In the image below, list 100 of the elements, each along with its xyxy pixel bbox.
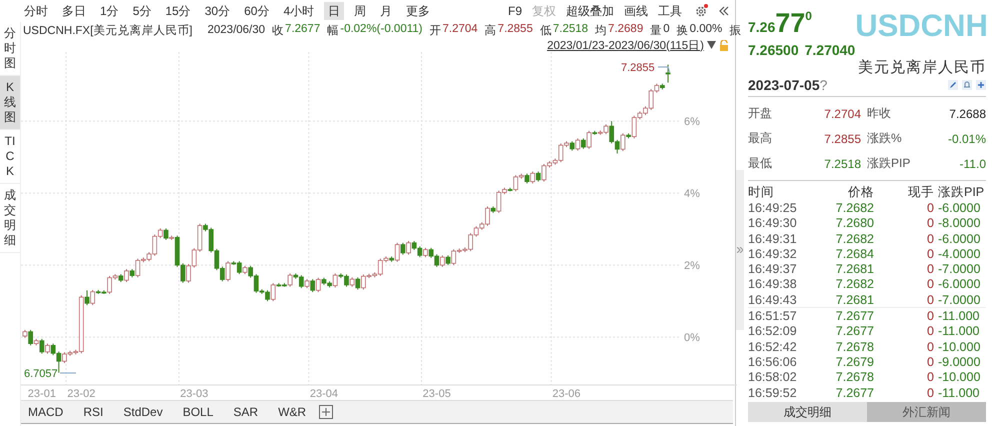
period-tab[interactable]: 4小时 bbox=[279, 2, 318, 20]
indicator-tab[interactable]: RSI bbox=[76, 405, 116, 419]
table-cell-text: -6.0000 bbox=[938, 277, 982, 292]
axis-tick-label: 4% bbox=[684, 188, 700, 200]
field-label: 收 bbox=[272, 24, 284, 38]
column-header: 时间 bbox=[748, 184, 775, 202]
candlestick bbox=[530, 171, 536, 184]
table-cell-text: 16:59:52 bbox=[748, 386, 798, 400]
table-cell-text: -8.0000 bbox=[938, 216, 982, 230]
period-tab[interactable]: 日 bbox=[324, 2, 344, 20]
table-cell-text: 7.2677 bbox=[834, 324, 874, 338]
period-tab[interactable]: 分时 bbox=[20, 2, 52, 20]
toolbar-button[interactable]: 画线 bbox=[621, 2, 651, 20]
side-tab[interactable]: TICK bbox=[0, 130, 20, 184]
period-tab[interactable]: 周 bbox=[350, 2, 370, 20]
low-price-label: 6.7057 bbox=[24, 368, 58, 380]
axis-tick-label: 23-04 bbox=[310, 388, 338, 400]
toolbar-button[interactable]: 工具 bbox=[655, 2, 685, 20]
table-cell-text: 0 bbox=[926, 232, 935, 246]
candlestick bbox=[310, 278, 316, 293]
table-cell-text: 16:51:57 bbox=[748, 309, 798, 324]
column-header: 涨跌PIP bbox=[938, 184, 986, 202]
table-cell-text: -10.000 bbox=[938, 370, 982, 384]
table-cell-text: 7.2682 bbox=[834, 277, 874, 292]
stat-label: 开盘 bbox=[748, 105, 772, 122]
candlestick bbox=[423, 247, 428, 258]
table-cell-text: 7.2682 bbox=[834, 200, 874, 215]
field-value: 7.2855 bbox=[498, 22, 533, 36]
indicator-tab[interactable]: W&R bbox=[271, 405, 320, 419]
column-header: 价格 bbox=[847, 184, 874, 202]
table-cell-text: 0 bbox=[926, 292, 935, 307]
add-icon[interactable] bbox=[319, 405, 334, 419]
candlestick bbox=[355, 276, 360, 290]
candlestick bbox=[440, 254, 445, 268]
indicator-tab[interactable]: StdDev bbox=[116, 405, 176, 419]
candlestick bbox=[406, 240, 411, 256]
table-cell-text: 7.2677 bbox=[834, 309, 874, 324]
table-cell-text: 16:49:32 bbox=[748, 246, 798, 261]
table-cell-text: -4.0000 bbox=[938, 246, 982, 261]
candlestick bbox=[581, 138, 586, 150]
indicator-tab[interactable]: MACD bbox=[21, 405, 76, 419]
period-tab[interactable]: 30分 bbox=[200, 2, 234, 20]
side-tab[interactable]: 成交明细 bbox=[0, 184, 20, 253]
table-cell-text: 7.2679 bbox=[834, 354, 874, 369]
bell-icon[interactable] bbox=[962, 80, 972, 90]
field-value: 0.00% bbox=[690, 22, 722, 36]
high-price-label: 7.2855 bbox=[621, 62, 655, 74]
table-cell-text: 0 bbox=[926, 262, 935, 276]
period-tab[interactable]: 多日 bbox=[58, 2, 90, 20]
candlestick bbox=[90, 289, 96, 306]
expand-handle[interactable] bbox=[736, 170, 744, 330]
table-cell-text: 0 bbox=[926, 386, 935, 400]
stat-value: 7.2518 bbox=[824, 156, 861, 170]
table-cell-text: -7.0000 bbox=[938, 262, 982, 276]
panel-tab[interactable]: 外汇新闻 bbox=[867, 402, 986, 422]
pencil-icon[interactable] bbox=[948, 80, 958, 90]
stat-label: 最低 bbox=[748, 155, 772, 172]
field-value: 7.2704 bbox=[442, 22, 478, 36]
table-cell-text: -6.0000 bbox=[938, 200, 982, 215]
date-label: 2023/06/30 bbox=[207, 24, 266, 36]
dropdown-icon[interactable] bbox=[707, 41, 716, 49]
field-value: 0 bbox=[663, 22, 670, 36]
table-cell-text: 7.2682 bbox=[834, 232, 874, 246]
field-label: 振 bbox=[729, 24, 742, 38]
candlestick bbox=[586, 130, 592, 150]
field-label: 开 bbox=[429, 24, 442, 38]
period-tab[interactable]: 15分 bbox=[161, 2, 195, 20]
bid-price: 7.26500 bbox=[748, 42, 799, 58]
candlestick bbox=[45, 343, 50, 354]
panel-tab[interactable]: 成交明细 bbox=[748, 402, 867, 422]
column-header: 现手 bbox=[907, 184, 935, 202]
table-cell-text: 0 bbox=[926, 309, 935, 324]
period-tab[interactable]: 更多 bbox=[402, 2, 434, 20]
table-cell-text: 0 bbox=[926, 354, 935, 369]
table-cell-text: 16:49:30 bbox=[748, 216, 798, 230]
table-cell-text: -11.000 bbox=[938, 309, 980, 324]
indicator-tab[interactable]: SAR bbox=[226, 405, 272, 419]
period-tab[interactable]: 月 bbox=[376, 2, 396, 20]
date-range-selector[interactable]: 2023/01/23-2023/06/30(115日) bbox=[547, 38, 704, 52]
period-tab[interactable]: 5分 bbox=[128, 2, 156, 20]
expand-icon[interactable] bbox=[737, 247, 743, 253]
table-cell-text: 16:52:42 bbox=[748, 340, 798, 354]
period-tab[interactable]: 1分 bbox=[96, 2, 123, 20]
toolbar-button[interactable]: 超级叠加 bbox=[563, 2, 617, 20]
ask-price: 7.27040 bbox=[804, 42, 856, 58]
toolbar-button[interactable]: F9 bbox=[504, 4, 525, 18]
add-icon[interactable] bbox=[976, 80, 986, 90]
candlestick bbox=[84, 290, 90, 306]
indicator-tab[interactable]: BOLL bbox=[176, 405, 226, 419]
table-cell-text: -10.000 bbox=[938, 340, 982, 354]
candlestick bbox=[575, 138, 580, 152]
settings-icon[interactable] bbox=[694, 4, 708, 18]
candlestick bbox=[400, 242, 406, 256]
period-tab[interactable]: 60分 bbox=[240, 2, 274, 20]
collapse-icon[interactable] bbox=[718, 5, 730, 17]
field-label: 量 bbox=[650, 24, 662, 38]
side-tab[interactable]: K线图 bbox=[0, 76, 20, 130]
axis-tick-label: 2% bbox=[684, 260, 700, 272]
field-label: 换 bbox=[676, 24, 689, 38]
stat-value: 7.2688 bbox=[949, 106, 986, 120]
